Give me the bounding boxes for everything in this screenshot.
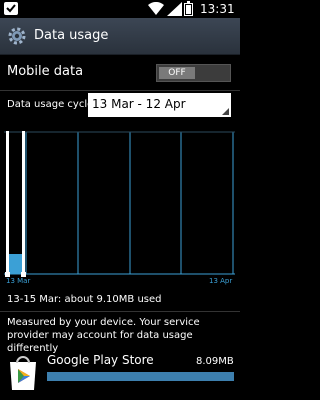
app-name: Google Play Store [47, 353, 154, 367]
action-bar: Data usage [0, 18, 240, 55]
app-usage-bar [47, 372, 234, 381]
download-complete-icon [4, 2, 18, 15]
toggle-state: OFF [159, 67, 195, 79]
mobile-data-toggle[interactable]: OFF [156, 64, 231, 82]
app-usage-row[interactable]: Google Play Store 8.09MB [0, 350, 240, 400]
range-start-handle[interactable] [6, 131, 9, 276]
wifi-icon [148, 2, 164, 15]
mobile-data-label: Mobile data [7, 64, 84, 79]
status-bar: 13:31 [0, 0, 240, 18]
mobile-data-row[interactable]: Mobile data OFF [0, 60, 240, 86]
cycle-value: 13 Mar - 12 Apr [92, 97, 186, 111]
signal-icon [167, 2, 182, 16]
clock: 13:31 [200, 2, 235, 16]
usage-chart[interactable]: 13 Mar 13 Apr [0, 128, 240, 288]
battery-icon [184, 1, 193, 16]
play-store-icon [10, 356, 36, 390]
page-title: Data usage [34, 28, 109, 43]
usage-area [8, 254, 22, 274]
chart-grid [4, 131, 235, 275]
range-end-handle[interactable] [22, 131, 25, 276]
usage-chart-svg [4, 131, 235, 277]
app-usage-size: 8.09MB [196, 356, 234, 367]
chart-end-label: 13 Apr [209, 277, 233, 285]
usage-summary: 13-15 Mar: about 9.10MB used [7, 294, 162, 305]
divider [0, 90, 240, 91]
dropdown-arrow-icon [222, 108, 229, 115]
cycle-label: Data usage cycle [7, 99, 94, 110]
cycle-dropdown[interactable]: 13 Mar - 12 Apr [88, 93, 231, 117]
gear-icon[interactable] [7, 26, 27, 46]
chart-start-label: 13 Mar [6, 277, 31, 285]
divider [0, 311, 240, 312]
